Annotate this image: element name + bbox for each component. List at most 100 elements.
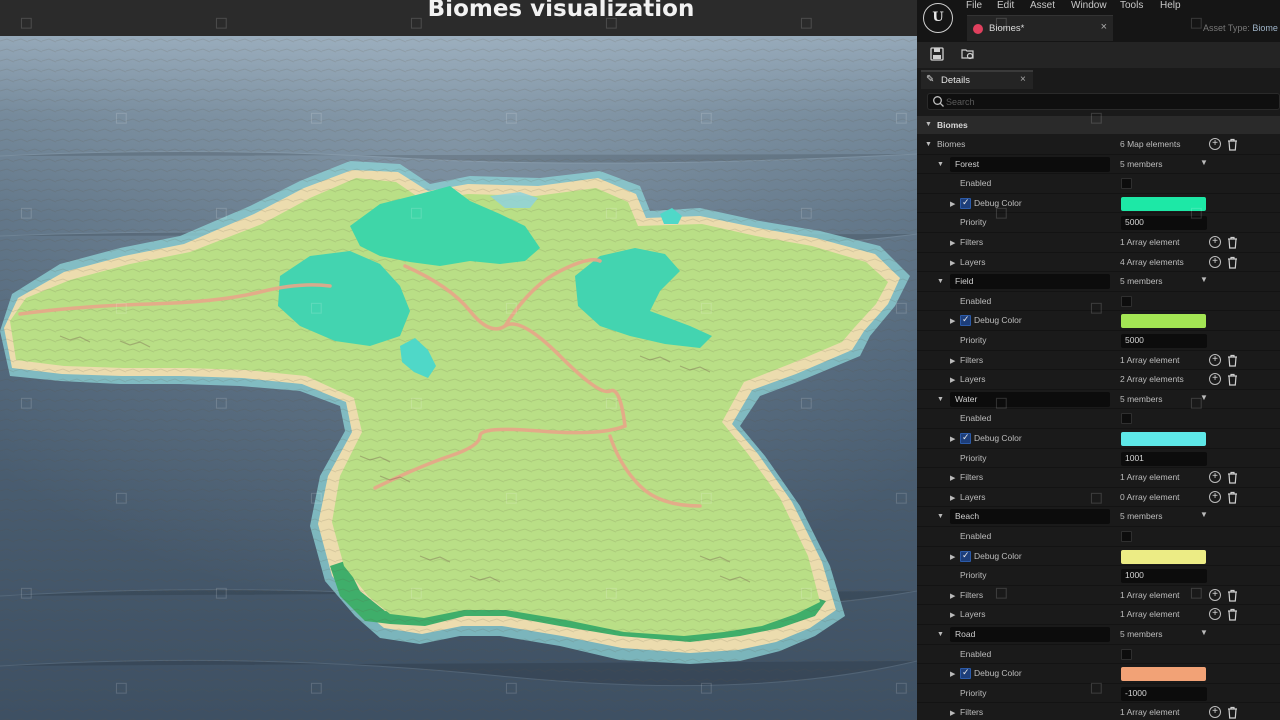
field-caret-icon[interactable]: ▼ <box>937 278 944 285</box>
biome-beach-enabled-row: Enabled <box>917 527 1280 547</box>
forest-debug-color-checkbox[interactable] <box>960 197 971 209</box>
forest-filters-caret-icon[interactable]: ▶ <box>950 239 955 247</box>
water-filters-delete-icon[interactable] <box>1227 471 1238 484</box>
search-box[interactable] <box>927 93 1280 110</box>
field-debug-caret-icon[interactable]: ▶ <box>950 317 955 325</box>
beach-color-swatch[interactable] <box>1121 549 1206 564</box>
water-priority-value: 1001 <box>1125 452 1144 463</box>
biome-water-header[interactable]: ▼ Water 5 members ▼ <box>917 390 1280 410</box>
beach-filters-delete-icon[interactable] <box>1227 589 1238 602</box>
beach-filters-caret-icon[interactable]: ▶ <box>950 592 955 600</box>
map-delete-icon[interactable] <box>1227 138 1238 151</box>
forest-caret-icon[interactable]: ▼ <box>937 161 944 168</box>
road-filters-value: 1 Array element <box>1120 707 1180 718</box>
water-layers-caret-icon[interactable]: ▶ <box>950 494 955 502</box>
road-debug-color-checkbox[interactable] <box>960 667 971 680</box>
water-debug-caret-icon[interactable]: ▶ <box>950 435 955 443</box>
road-name-field[interactable]: Road <box>950 627 1110 642</box>
road-filters-caret-icon[interactable]: ▶ <box>950 709 955 717</box>
beach-layers-caret-icon[interactable]: ▶ <box>950 611 955 619</box>
forest-options-chevron-icon[interactable]: ▼ <box>1200 158 1208 167</box>
water-filters-add-element-icon[interactable]: + <box>1209 471 1221 484</box>
road-debug-caret-icon[interactable]: ▶ <box>950 670 955 678</box>
water-layers-delete-icon[interactable] <box>1227 491 1238 504</box>
category-biomes[interactable]: ▼ Biomes <box>917 116 1280 134</box>
water-enabled-checkbox[interactable] <box>1121 413 1132 425</box>
forest-filters-delete-icon[interactable] <box>1227 236 1238 249</box>
beach-filters-add-element-icon[interactable]: + <box>1209 588 1221 601</box>
biome-forest-header[interactable]: ▼ Forest 5 members ▼ <box>917 155 1280 175</box>
unreal-logo-icon[interactable]: U <box>923 3 953 33</box>
menu-window[interactable]: Window <box>1071 0 1107 12</box>
biome-beach-header[interactable]: ▼ Beach 5 members ▼ <box>917 507 1280 527</box>
beach-layers-add-element-icon[interactable]: + <box>1209 608 1221 621</box>
water-priority-input[interactable]: 1001 <box>1121 451 1207 466</box>
water-color-swatch[interactable] <box>1121 432 1206 446</box>
menu-edit[interactable]: Edit <box>997 0 1014 12</box>
water-filters-caret-icon[interactable]: ▶ <box>950 474 955 482</box>
map-caret-icon[interactable]: ▼ <box>925 141 932 148</box>
forest-filters-add-element-icon[interactable]: + <box>1209 236 1221 248</box>
save-icon[interactable] <box>930 47 944 61</box>
menu-asset[interactable]: Asset <box>1030 0 1055 12</box>
beach-layers-delete-icon[interactable] <box>1227 608 1238 621</box>
field-name: Field <box>955 276 974 287</box>
forest-layers-add-element-icon[interactable]: + <box>1209 255 1221 268</box>
water-layers-add-element-icon[interactable]: + <box>1209 490 1221 503</box>
field-priority-input[interactable]: 5000 <box>1121 334 1207 348</box>
field-layers-caret-icon[interactable]: ▶ <box>950 376 955 384</box>
water-options-chevron-icon[interactable]: ▼ <box>1200 393 1208 402</box>
beach-name-field[interactable]: Beach <box>950 509 1110 525</box>
forest-debug-caret-icon[interactable]: ▶ <box>950 200 955 208</box>
field-options-chevron-icon[interactable]: ▼ <box>1200 275 1208 284</box>
water-debug-color-checkbox[interactable] <box>960 432 971 444</box>
road-enabled-checkbox[interactable] <box>1121 648 1132 660</box>
water-layers-label: Layers <box>960 491 986 502</box>
biome-water-debug-color-row: ▶ Debug Color <box>917 429 1280 449</box>
forest-layers-delete-icon[interactable] <box>1227 256 1238 269</box>
beach-enabled-checkbox[interactable] <box>1121 531 1132 542</box>
close-details-icon[interactable]: × <box>1020 74 1026 85</box>
field-filters-add-element-icon[interactable]: + <box>1209 353 1221 366</box>
road-caret-icon[interactable]: ▼ <box>937 631 944 638</box>
road-filters-add-element-icon[interactable]: + <box>1209 706 1221 719</box>
map-add-element-icon[interactable]: + <box>1209 138 1221 150</box>
forest-color-swatch[interactable] <box>1121 196 1206 211</box>
field-filters-delete-icon[interactable] <box>1227 354 1238 367</box>
water-name-field[interactable]: Water <box>950 391 1110 407</box>
menu-tools[interactable]: Tools <box>1120 0 1143 12</box>
close-tab-icon[interactable]: × <box>1101 21 1107 33</box>
biome-field-header[interactable]: ▼ Field 5 members ▼ <box>917 272 1280 292</box>
field-color-swatch[interactable] <box>1121 314 1206 329</box>
forest-name-field[interactable]: Forest <box>950 156 1110 172</box>
details-tab[interactable]: ✎ Details × <box>921 70 1033 89</box>
field-layers-delete-icon[interactable] <box>1227 373 1238 386</box>
beach-options-chevron-icon[interactable]: ▼ <box>1200 510 1208 519</box>
field-filters-caret-icon[interactable]: ▶ <box>950 357 955 365</box>
road-options-chevron-icon[interactable]: ▼ <box>1200 628 1208 637</box>
beach-caret-icon[interactable]: ▼ <box>937 513 944 520</box>
forest-priority-input[interactable]: 5000 <box>1121 216 1207 231</box>
field-name-field[interactable]: Field <box>950 274 1110 290</box>
forest-enabled-checkbox[interactable] <box>1121 178 1132 190</box>
road-priority-input[interactable]: -1000 <box>1121 686 1207 701</box>
biomes-map-row[interactable]: ▼ Biomes 6 Map elements + <box>917 135 1280 155</box>
water-caret-icon[interactable]: ▼ <box>937 396 944 403</box>
menu-help[interactable]: Help <box>1160 0 1181 12</box>
beach-debug-caret-icon[interactable]: ▶ <box>950 553 955 561</box>
road-color-swatch[interactable] <box>1121 667 1206 682</box>
biome-road-header[interactable]: ▼ Road 5 members ▼ <box>917 625 1280 645</box>
menu-file[interactable]: File <box>966 0 982 12</box>
search-input[interactable] <box>946 95 1266 109</box>
level-viewport[interactable]: Biomes visualization <box>0 0 917 720</box>
browse-icon[interactable] <box>961 47 975 61</box>
asset-tab[interactable]: Biomes* × <box>967 15 1113 41</box>
field-enabled-checkbox[interactable] <box>1121 295 1132 307</box>
beach-priority-input[interactable]: 1000 <box>1121 569 1207 584</box>
forest-layers-caret-icon[interactable]: ▶ <box>950 259 955 267</box>
field-debug-color-checkbox[interactable] <box>960 314 971 327</box>
beach-debug-color-checkbox[interactable] <box>960 550 971 562</box>
road-filters-delete-icon[interactable] <box>1227 706 1238 719</box>
field-layers-add-element-icon[interactable]: + <box>1209 373 1221 386</box>
collapse-caret-icon[interactable]: ▼ <box>925 121 932 128</box>
